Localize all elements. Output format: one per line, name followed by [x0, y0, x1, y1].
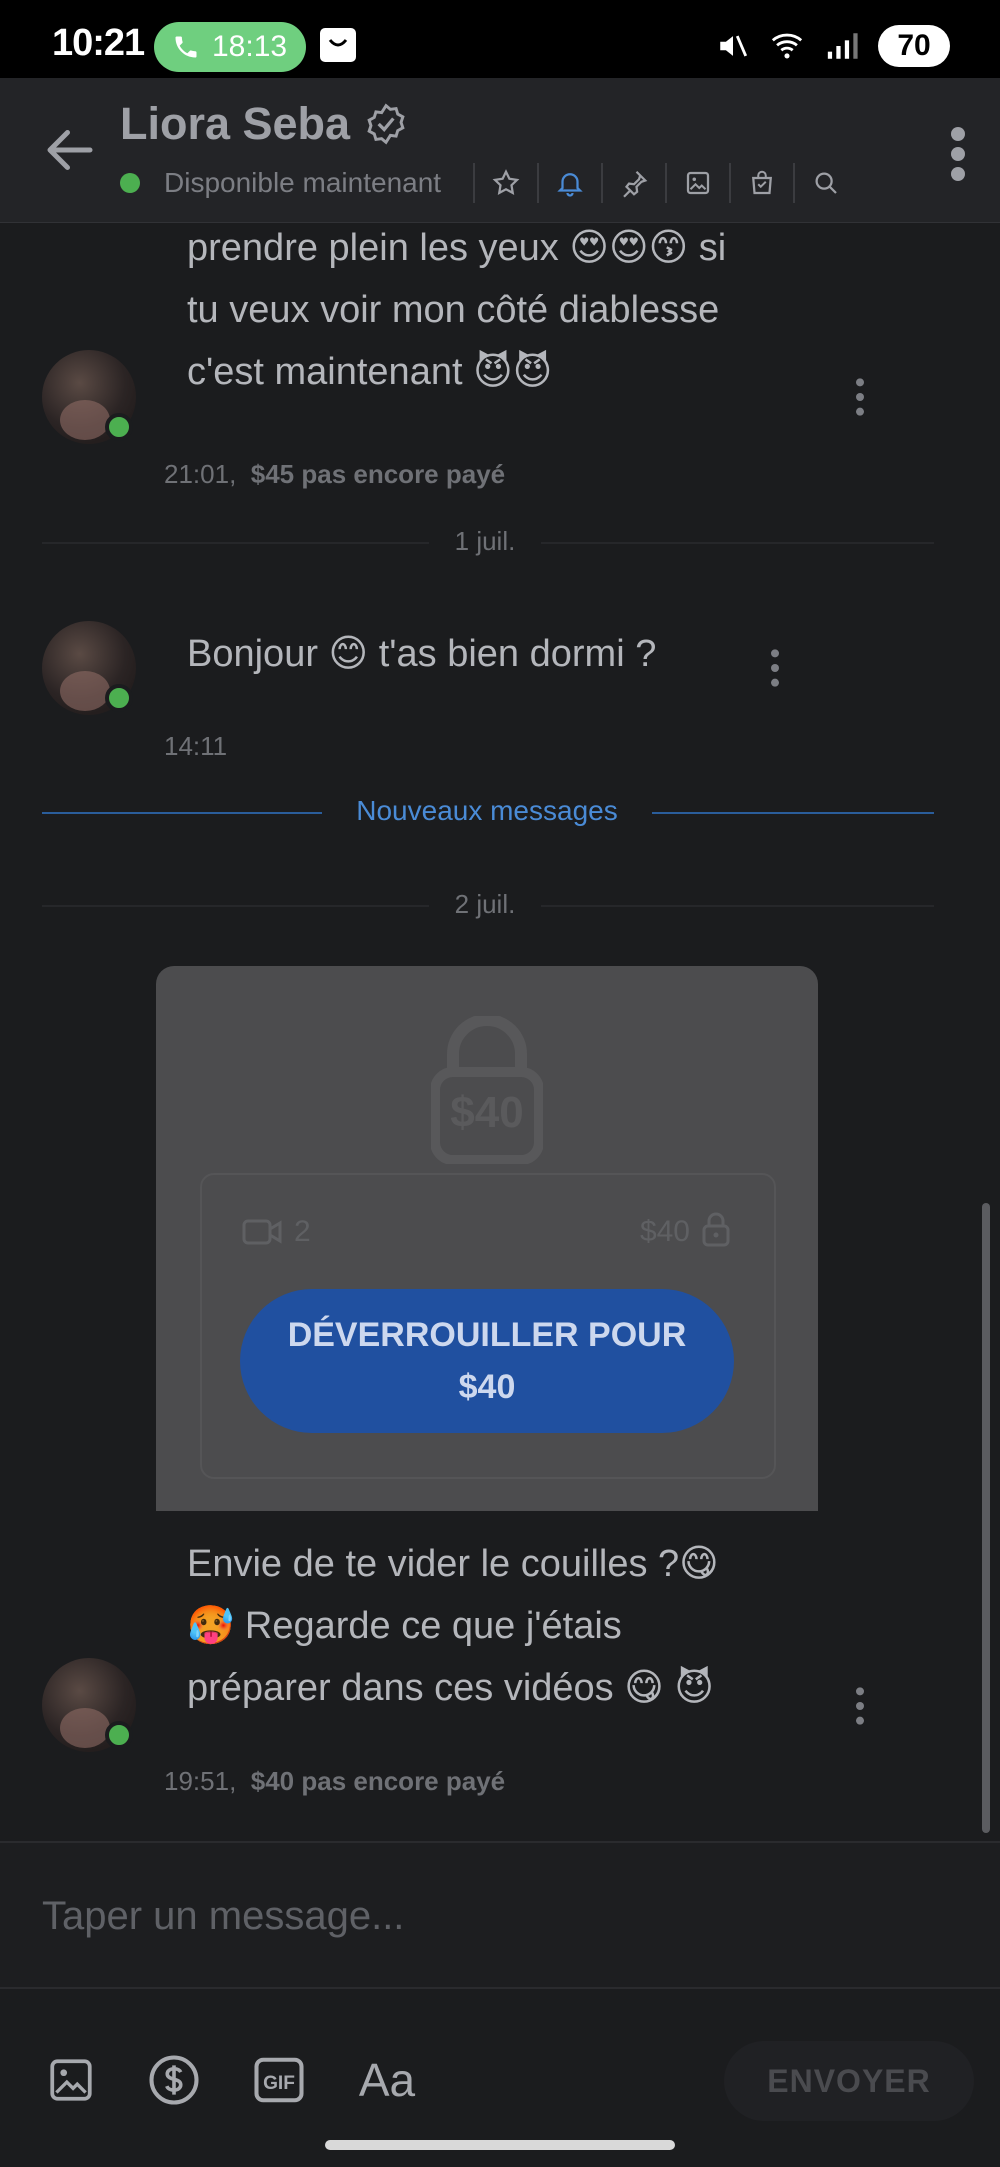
unlock-button[interactable]: DÉVERROUILLER POUR $40 [240, 1289, 734, 1433]
video-icon [242, 1219, 282, 1245]
send-button[interactable]: ENVOYER [724, 2041, 974, 2121]
message-bubble-text: Bonjour 😊 t'as bien dormi ? [187, 633, 657, 675]
attach-image-icon[interactable] [44, 2053, 98, 2107]
notification-bell-icon[interactable] [553, 166, 587, 200]
locked-media-card[interactable]: $40 2 $40 DÉVERROUILLER POUR $40 [156, 966, 818, 1511]
contact-name[interactable]: Liora Seba [120, 98, 350, 150]
availability-status: Disponible maintenant [164, 167, 442, 198]
message-bubble-text: Envie de te vider le couilles ?😋 🥵 Regar… [187, 1543, 719, 1709]
message-bubble-text: prendre plein les yeux 😍😍😙 si tu veux vo… [187, 227, 727, 393]
padlock-icon [702, 1212, 730, 1247]
svg-text:GIF: GIF [263, 2073, 295, 2094]
pin-icon[interactable] [617, 166, 651, 200]
message-options-icon[interactable] [765, 648, 785, 688]
message-meta: 14:11 [164, 731, 228, 761]
media-info-box: 2 $40 DÉVERROUILLER POUR $40 [200, 1173, 776, 1479]
new-messages-divider: Nouveaux messages [356, 795, 618, 826]
header-subrow: Disponible maintenant [120, 161, 843, 205]
date-divider: 1 juil. [0, 526, 970, 557]
message-meta: 21:01, $45 pas encore payé [164, 459, 506, 489]
date-divider: 2 juil. [0, 889, 970, 920]
message-composer [0, 1841, 1000, 1989]
signal-icon [827, 33, 858, 59]
message-list[interactable]: prendre plein les yeux 😍😍😙 si tu veux vo… [0, 223, 1000, 1841]
message-options-icon[interactable] [850, 1686, 870, 1726]
chat-header: Liora Seba Disponible maintenant [0, 78, 1000, 223]
online-badge [105, 684, 133, 712]
scrollbar[interactable] [982, 1203, 990, 1833]
search-icon[interactable] [809, 166, 843, 200]
gif-icon[interactable]: GIF [252, 2053, 306, 2107]
message-meta: 19:51, $40 pas encore payé [164, 1766, 506, 1796]
message-options-icon[interactable] [850, 377, 870, 417]
video-count: 2 [294, 1215, 311, 1248]
status-icons: 70 [716, 24, 950, 68]
battery-icon: 70 [878, 25, 950, 67]
online-indicator [120, 173, 140, 193]
shopping-bag-icon [320, 28, 356, 62]
verified-badge-icon [367, 103, 405, 145]
online-badge [105, 413, 133, 441]
phone-icon [175, 36, 197, 58]
favorite-star-icon[interactable] [489, 166, 523, 200]
mute-icon [720, 35, 748, 57]
home-indicator[interactable] [325, 2140, 675, 2150]
media-price: $40 [639, 1215, 690, 1248]
back-arrow-icon[interactable] [40, 120, 100, 180]
status-bar: 10:21 18:13 70 [0, 0, 1000, 78]
wifi-icon [771, 33, 803, 59]
more-options-icon[interactable] [946, 126, 970, 182]
text-format-icon[interactable]: Aa [352, 2053, 422, 2107]
price-dollar-icon[interactable] [147, 2053, 201, 2107]
message-input[interactable] [42, 1843, 942, 1989]
gallery-image-icon[interactable] [681, 166, 715, 200]
lock-price-label: $40 [450, 1088, 524, 1137]
status-time: 10:21 [52, 22, 145, 64]
call-duration: 18:13 [212, 30, 288, 63]
ongoing-call-pill[interactable]: 18:13 [154, 22, 306, 72]
purchases-bag-icon[interactable] [745, 166, 779, 200]
online-badge [105, 1721, 133, 1749]
